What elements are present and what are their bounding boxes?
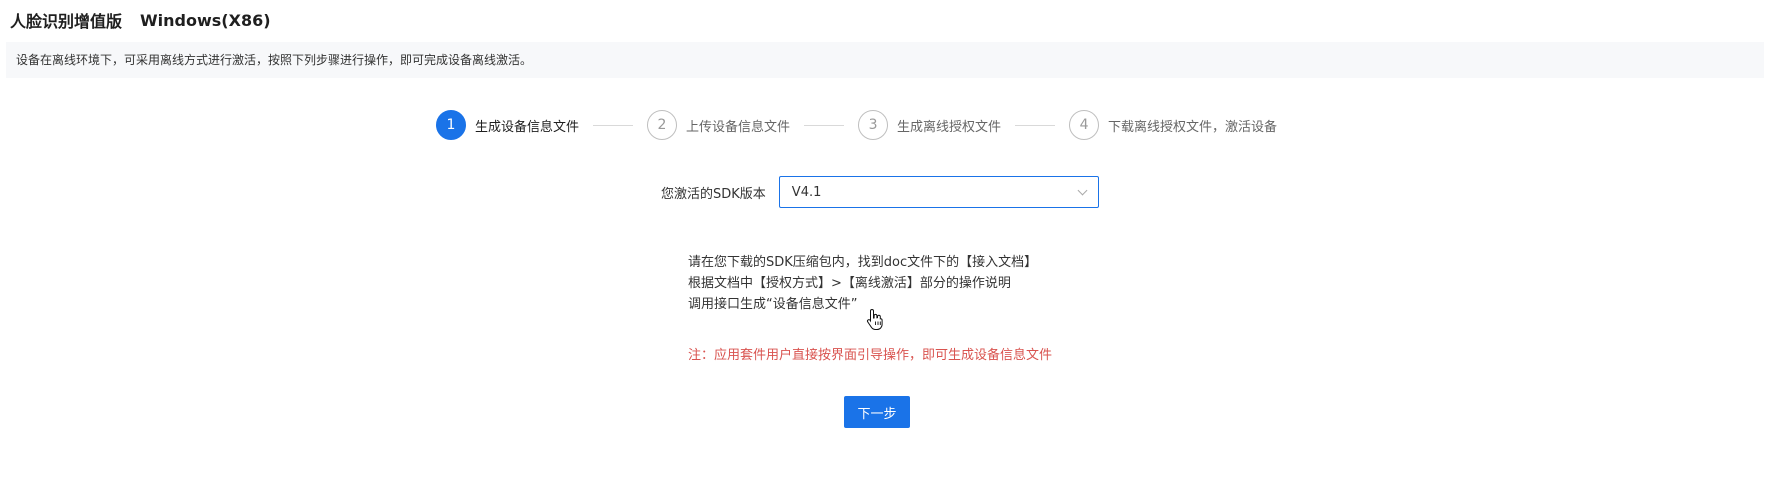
sdk-version-select[interactable]: V4.1 bbox=[778, 176, 1099, 208]
step-3-number: 3 bbox=[858, 110, 889, 140]
instruction-line: 调用接口生成“设备信息文件” bbox=[688, 297, 858, 312]
note-text: 注：应用套件用户直接按界面引导操作，即可生成设备信息文件 bbox=[688, 348, 1053, 363]
page: 人脸识别增值版 Windows(X86) 设备在离线环境下，可采用离线方式进行激… bbox=[0, 0, 1789, 490]
sdk-version-row: 您激活的SDK版本 V4.1 bbox=[661, 176, 1099, 208]
hand-cursor-icon bbox=[866, 308, 883, 330]
instructions: 请在您下载的SDK压缩包内，找到doc文件下的【接入文档】 根据文档中【授权方式… bbox=[688, 252, 1037, 315]
instruction-line: 根据文档中【授权方式】>【离线激活】部分的操作说明 bbox=[688, 276, 1011, 291]
instruction-line: 请在您下载的SDK压缩包内，找到doc文件下的【接入文档】 bbox=[688, 255, 1038, 270]
step-connector bbox=[1015, 124, 1056, 126]
next-step-button[interactable]: 下一步 bbox=[844, 396, 910, 428]
step-connector bbox=[804, 124, 845, 126]
step-4-number: 4 bbox=[1069, 110, 1100, 140]
offline-notice: 设备在离线环境下，可采用离线方式进行激活，按照下列步骤进行操作，即可完成设备离线… bbox=[6, 42, 1764, 78]
step-4: 4 下载离线授权文件，激活设备 bbox=[1069, 110, 1277, 140]
stepper: 1 生成设备信息文件 2 上传设备信息文件 3 生成离线授权文件 4 下载离线授… bbox=[436, 109, 1277, 141]
step-3-label: 生成离线授权文件 bbox=[897, 119, 1002, 135]
page-title: 人脸识别增值版 Windows(X86) bbox=[10, 8, 271, 32]
step-2-number: 2 bbox=[647, 110, 678, 140]
step-2-label: 上传设备信息文件 bbox=[686, 119, 791, 135]
step-3: 3 生成离线授权文件 bbox=[858, 110, 1001, 140]
step-connector bbox=[593, 124, 634, 126]
platform-title: Windows(X86) bbox=[140, 10, 271, 30]
product-title: 人脸识别增值版 bbox=[10, 12, 123, 31]
step-2: 2 上传设备信息文件 bbox=[647, 110, 790, 140]
chevron-down-icon bbox=[1077, 185, 1088, 195]
step-1: 1 生成设备信息文件 bbox=[436, 110, 579, 140]
sdk-version-value: V4.1 bbox=[791, 184, 822, 200]
sdk-version-label: 您激活的SDK版本 bbox=[661, 186, 766, 202]
step-4-label: 下载离线授权文件，激活设备 bbox=[1108, 119, 1278, 135]
step-1-label: 生成设备信息文件 bbox=[475, 119, 580, 135]
step-1-number: 1 bbox=[436, 110, 466, 140]
